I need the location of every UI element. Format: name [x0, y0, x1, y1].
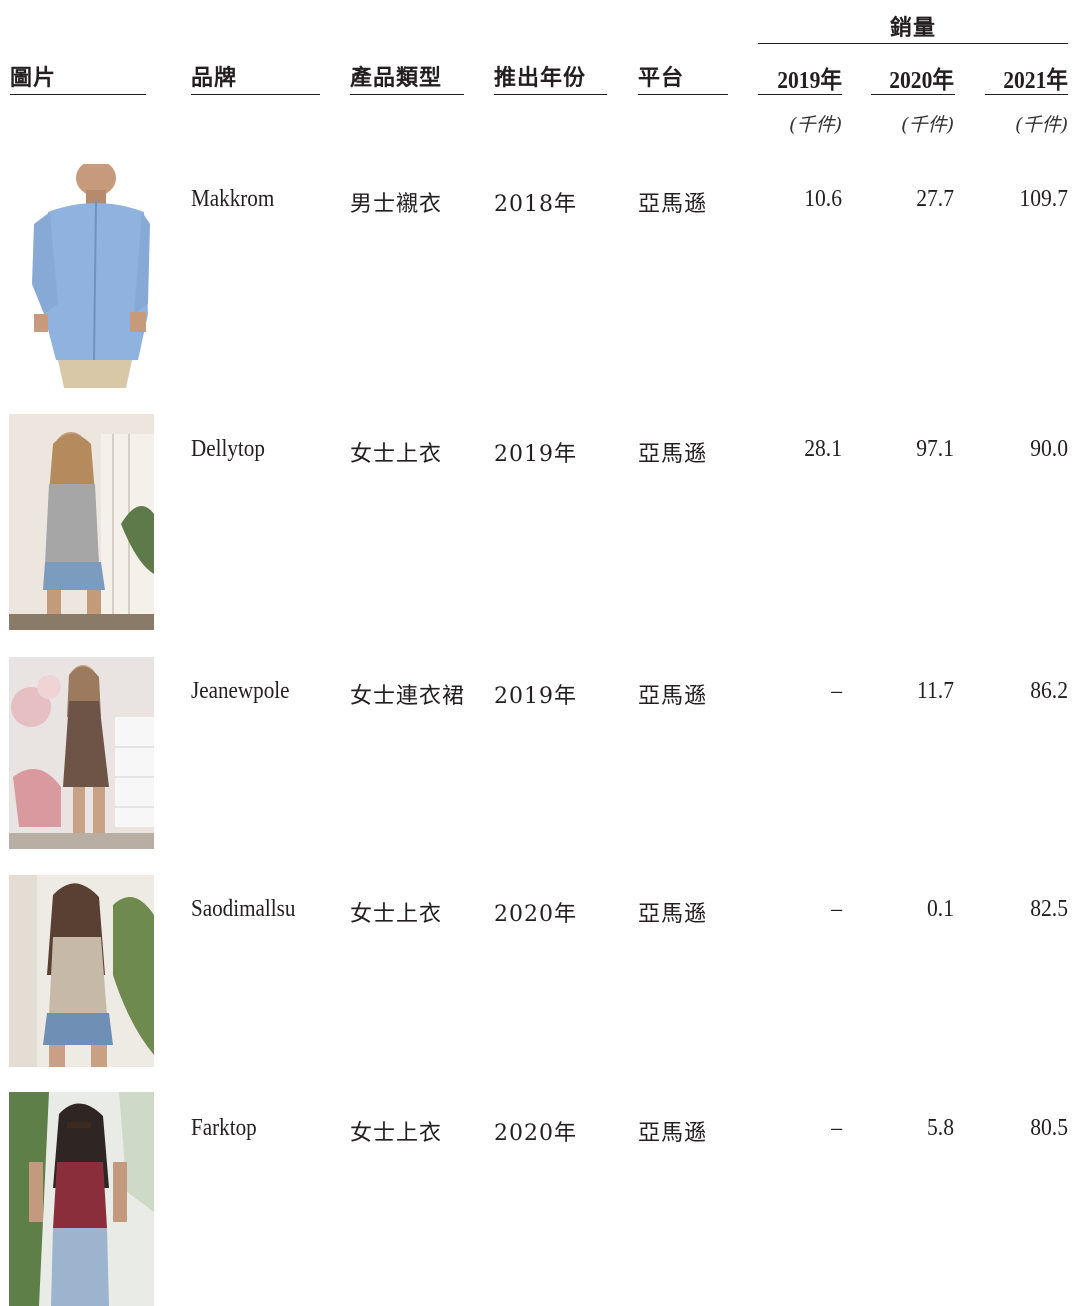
sales-group-header: 銷量	[890, 16, 937, 41]
brand-farktop: Farktop	[191, 1115, 257, 1141]
column-header-2020: 2020年	[889, 68, 954, 94]
column-rule-2020	[871, 94, 955, 95]
column-header-2021: 2021年	[1003, 68, 1068, 94]
column-rule-product-type	[350, 94, 464, 95]
launch-year-2019: 2019年	[494, 442, 577, 467]
column-rule-2021	[985, 94, 1068, 95]
column-rule-image	[10, 94, 146, 95]
sales-2021: 109.7	[1019, 186, 1068, 212]
womens-floral-dress-photo	[9, 657, 154, 849]
column-header-platform: 平台	[638, 66, 685, 91]
sales-2020: 5.8	[927, 1115, 954, 1141]
sales-2019: 28.1	[804, 436, 842, 462]
brand-makkrom: Makkrom	[191, 186, 275, 212]
sales-2019: 10.6	[804, 186, 842, 212]
column-rule-2019	[758, 94, 842, 95]
product-type-womens-top: 女士上衣	[350, 442, 443, 467]
column-header-launch-year: 推出年份	[494, 66, 587, 91]
product-type-womens-top: 女士上衣	[350, 1121, 443, 1146]
brand-saodimallsu: Saodimallsu	[191, 896, 296, 922]
column-rule-launch-year	[494, 94, 607, 95]
mens-blue-shirt-photo	[28, 164, 150, 388]
womens-grey-tank-top-photo	[9, 414, 154, 630]
sales-group-rule	[758, 43, 1068, 44]
sales-2021: 86.2	[1030, 678, 1068, 704]
launch-year-2020: 2020年	[494, 1121, 577, 1146]
womens-burgundy-tank-top-photo	[9, 1092, 154, 1306]
brand-jeanewpole: Jeanewpole	[191, 678, 290, 704]
product-type-womens-dress: 女士連衣裙	[350, 684, 466, 709]
unit-label-2020: (千件)	[901, 114, 954, 136]
column-header-2019: 2019年	[777, 68, 842, 94]
column-rule-brand	[191, 94, 320, 95]
platform-amazon: 亞馬遜	[638, 442, 708, 467]
unit-label-2021: (千件)	[1015, 114, 1068, 136]
sales-2021: 80.5	[1030, 1115, 1068, 1141]
sales-2021: 90.0	[1030, 436, 1068, 462]
unit-label-2019: (千件)	[789, 114, 842, 136]
sales-2019: –	[831, 678, 842, 704]
column-rule-platform	[638, 94, 728, 95]
womens-beige-tank-top-photo	[9, 875, 154, 1067]
platform-amazon: 亞馬遜	[638, 192, 708, 217]
sales-2019: –	[831, 896, 842, 922]
platform-amazon: 亞馬遜	[638, 902, 708, 927]
sales-2020: 97.1	[916, 436, 954, 462]
platform-amazon: 亞馬遜	[638, 684, 708, 709]
brand-dellytop: Dellytop	[191, 436, 265, 462]
launch-year-2019: 2019年	[494, 684, 577, 709]
sales-2019: –	[831, 1115, 842, 1141]
column-header-brand: 品牌	[191, 66, 238, 91]
sales-2020: 0.1	[927, 896, 954, 922]
product-type-mens-shirt: 男士襯衣	[350, 192, 443, 217]
platform-amazon: 亞馬遜	[638, 1121, 708, 1146]
product-type-womens-top: 女士上衣	[350, 902, 443, 927]
column-header-product-type: 產品類型	[350, 66, 443, 91]
sales-2021: 82.5	[1030, 896, 1068, 922]
launch-year-2018: 2018年	[494, 192, 577, 217]
column-header-image: 圖片	[10, 66, 57, 91]
sales-2020: 27.7	[916, 186, 954, 212]
launch-year-2020: 2020年	[494, 902, 577, 927]
sales-2020: 11.7	[917, 678, 954, 704]
